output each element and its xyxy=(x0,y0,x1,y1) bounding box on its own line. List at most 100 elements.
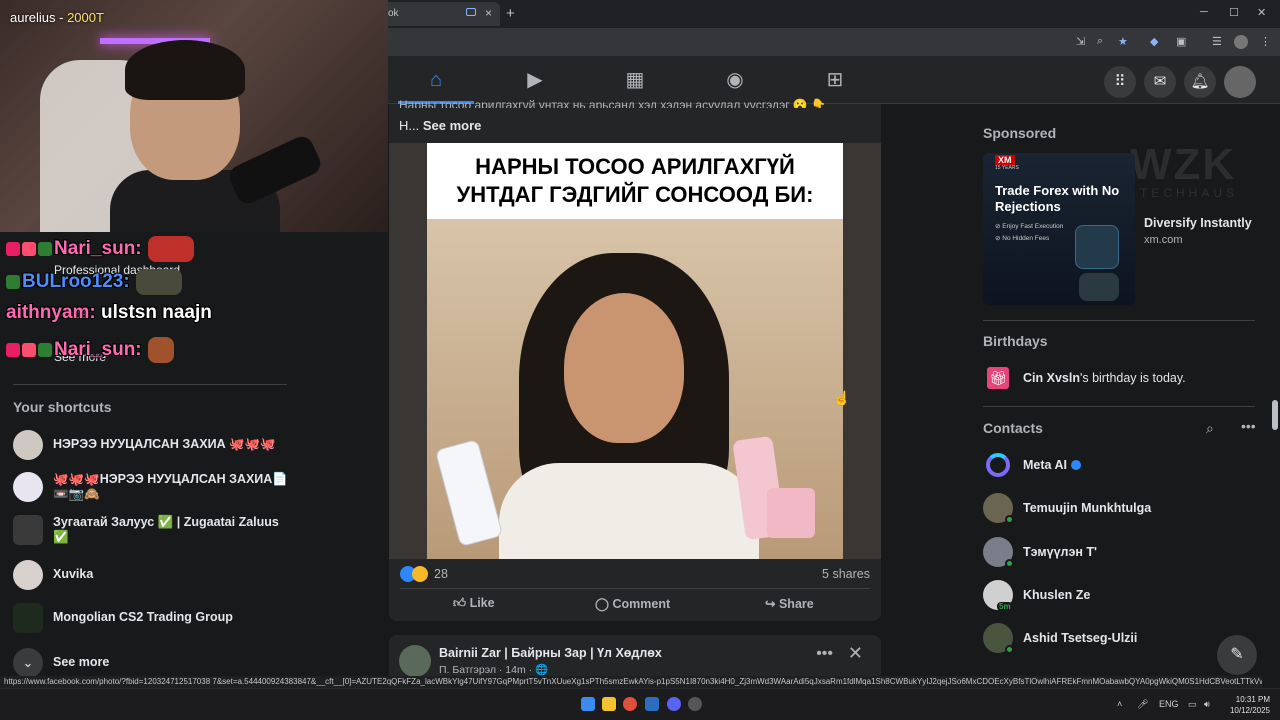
ad-logo-sub: 15 YEARS xyxy=(995,165,1019,171)
birthday-name[interactable]: Cin Xvsln xyxy=(1023,371,1080,385)
chat-message: BULroo123: xyxy=(6,269,182,295)
video-icon[interactable]: ▶ xyxy=(523,68,547,92)
contact-name: Temuujin Munkhtulga xyxy=(1023,501,1152,515)
post-text-top: Нарны тосоо арилгахгүй унтах нь арьсанд … xyxy=(399,98,827,108)
like-button[interactable]: 👍︎ Like xyxy=(453,596,495,611)
meme-caption-line2: УНТДАГ ГЭДГИЙГ СОНСООД БИ: xyxy=(456,182,814,207)
marketplace-icon[interactable]: ▦ xyxy=(623,68,647,92)
ad-bullet: ⊘ Enjoy Fast Execution xyxy=(995,223,1064,230)
extension-icon[interactable]: ◆ xyxy=(1150,35,1162,48)
shortcut-item[interactable]: Зугаатай Залуус ✅ | Zugaatai Zaluus ✅ xyxy=(13,515,383,551)
shortcut-label: 🐙🐙🐙НЭРЭЭ НУУЦАЛСАН ЗАХИА📄 📼📷🙈 xyxy=(53,472,288,501)
chat-username: BULroo123: xyxy=(22,271,130,293)
badge-icon xyxy=(6,343,20,357)
messenger-icon[interactable]: ✉ xyxy=(1144,66,1176,98)
shortcut-avatar xyxy=(13,560,43,590)
minimize-button[interactable]: ─ xyxy=(1200,6,1208,18)
close-window-button[interactable]: ✕ xyxy=(1257,6,1266,19)
maximize-button[interactable]: ☐ xyxy=(1229,6,1239,19)
shortcut-avatar xyxy=(13,515,43,545)
page-avatar[interactable] xyxy=(399,645,431,677)
profile-avatar-icon[interactable] xyxy=(1234,35,1248,49)
tray-chevron-icon[interactable]: ˄ xyxy=(1117,699,1122,709)
online-indicator xyxy=(1005,559,1014,568)
page-scrollbar[interactable] xyxy=(1272,400,1278,430)
post-image[interactable]: НАРНЫ ТОСОО АРИЛГАХГҮЙ УНТДАГ ГЭДГИЙГ СО… xyxy=(389,143,881,559)
home-icon[interactable]: ⌂ xyxy=(424,68,448,92)
ad-headline: Trade Forex with No Rejections xyxy=(995,183,1120,214)
reaction-count[interactable]: 28 xyxy=(434,567,448,581)
birthday-suffix: 's birthday is today. xyxy=(1079,371,1186,385)
share-button[interactable]: ↪ Share xyxy=(765,596,814,611)
post-meta: П. Батгэрэл · 14m · 🌐 xyxy=(439,664,549,676)
file-explorer-icon[interactable] xyxy=(602,697,616,711)
birthday-text[interactable]: Cin Xvsln's birthday is today. xyxy=(1023,371,1186,385)
reading-list-icon[interactable]: ☰ xyxy=(1212,35,1224,48)
contact-item[interactable]: Тэмүүлэн Т' xyxy=(983,537,1253,569)
shortcut-item[interactable]: 🐙🐙🐙НЭРЭЭ НУУЦАЛСАН ЗАХИА📄 📼📷🙈 xyxy=(13,472,383,508)
meme-robe xyxy=(499,463,759,559)
clock[interactable]: 10:31 PM 10/12/2025 xyxy=(1230,694,1270,716)
bookmark-star-icon[interactable]: ★ xyxy=(1118,35,1130,48)
ad-coin-graphic xyxy=(1075,225,1119,269)
emote-icon xyxy=(135,269,182,295)
haha-reaction-icon[interactable] xyxy=(412,566,428,582)
new-message-icon[interactable]: ✎ xyxy=(1217,635,1257,675)
browser-menu-icon[interactable]: ⋮ xyxy=(1260,35,1272,48)
microphone-icon[interactable]: 🎤︎ xyxy=(1137,699,1148,710)
comment-button[interactable]: ◯ Comment xyxy=(595,596,670,611)
account-avatar[interactable] xyxy=(1224,66,1256,98)
ad-image[interactable]: XM 15 YEARS Trade Forex with No Rejectio… xyxy=(983,153,1135,305)
volume-icon[interactable]: 🔊︎ xyxy=(1204,699,1210,710)
shortcut-item[interactable]: Mongolian CS2 Trading Group xyxy=(13,603,383,639)
zoom-icon[interactable]: ⌕ xyxy=(1097,35,1109,47)
see-more-link[interactable]: See more xyxy=(423,118,482,133)
shortcut-label: Xuvika xyxy=(53,567,94,581)
extensions-puzzle-icon[interactable]: ▣ xyxy=(1176,35,1188,48)
gift-icon: 🎁︎ xyxy=(987,367,1009,389)
sub-badge-icon xyxy=(6,275,20,289)
contacts-heading: Contacts xyxy=(983,420,1043,436)
notifications-bell-icon[interactable]: 🔔︎ xyxy=(1184,66,1216,98)
contacts-options-icon[interactable]: ••• xyxy=(1241,418,1256,434)
see-more-button[interactable]: ⌄ See more xyxy=(13,648,213,678)
menu-grid-icon[interactable]: ⠿ xyxy=(1104,66,1136,98)
page-name[interactable]: Bairnii Zar | Байрны Зар | Үл Хөдлөх xyxy=(439,646,662,660)
steam-icon[interactable] xyxy=(645,697,659,711)
start-icon[interactable] xyxy=(581,697,595,711)
browser-tab[interactable]: ok × xyxy=(380,2,500,26)
gaming-icon[interactable]: ⊞ xyxy=(823,68,847,92)
chrome-icon[interactable] xyxy=(623,697,637,711)
shortcut-item[interactable]: Xuvika xyxy=(13,560,383,596)
discord-icon[interactable] xyxy=(667,697,681,711)
ad-title[interactable]: Diversify Instantly xyxy=(1144,216,1252,230)
install-app-icon[interactable]: ⇲ xyxy=(1076,35,1088,48)
chat-message: Nari_sun: xyxy=(6,337,174,363)
new-tab-button[interactable]: + xyxy=(506,5,515,22)
shortcut-label: Зугаатай Залуус ✅ | Zugaatai Zaluus ✅ xyxy=(53,515,279,544)
tab-share-icon[interactable] xyxy=(466,8,476,16)
ad-coin-graphic xyxy=(1079,273,1119,301)
search-contacts-icon[interactable]: ⌕ xyxy=(1206,420,1214,437)
contact-item[interactable]: Temuujin Munkhtulga xyxy=(983,493,1253,525)
shortcut-item[interactable]: НЭРЭЭ НУУЦАЛСАН ЗАХИА 🐙🐙🐙 xyxy=(13,430,383,466)
streamer-hair xyxy=(125,40,245,100)
groups-icon[interactable]: ◉ xyxy=(723,68,747,92)
hide-post-icon[interactable]: ✕ xyxy=(848,643,863,664)
contact-item[interactable]: Meta AI xyxy=(983,450,1253,482)
contact-item[interactable]: 5m Khuslen Ze xyxy=(983,580,1253,612)
sub-badge-icon xyxy=(38,242,52,256)
windows-taskbar: ˄ 🎤︎ ENG ▭ 🔊︎ 10:31 PM 10/12/2025 xyxy=(0,688,1280,720)
shares-count[interactable]: 5 shares xyxy=(822,567,870,581)
more-options-icon[interactable]: ••• xyxy=(816,645,833,663)
ad-domain[interactable]: xm.com xyxy=(1144,234,1183,246)
like-label: Like xyxy=(469,596,495,610)
product-jar xyxy=(767,488,815,538)
close-tab-button[interactable]: × xyxy=(485,6,492,20)
network-icon[interactable]: ▭ xyxy=(1188,699,1197,710)
language-indicator[interactable]: ENG xyxy=(1159,699,1179,709)
contact-item[interactable]: Ashid Tsetseg-Ulzii xyxy=(983,623,1253,655)
active-time-badge: 5m xyxy=(997,602,1013,611)
obs-icon[interactable] xyxy=(688,697,702,711)
shortcuts-heading: Your shortcuts xyxy=(13,399,112,415)
